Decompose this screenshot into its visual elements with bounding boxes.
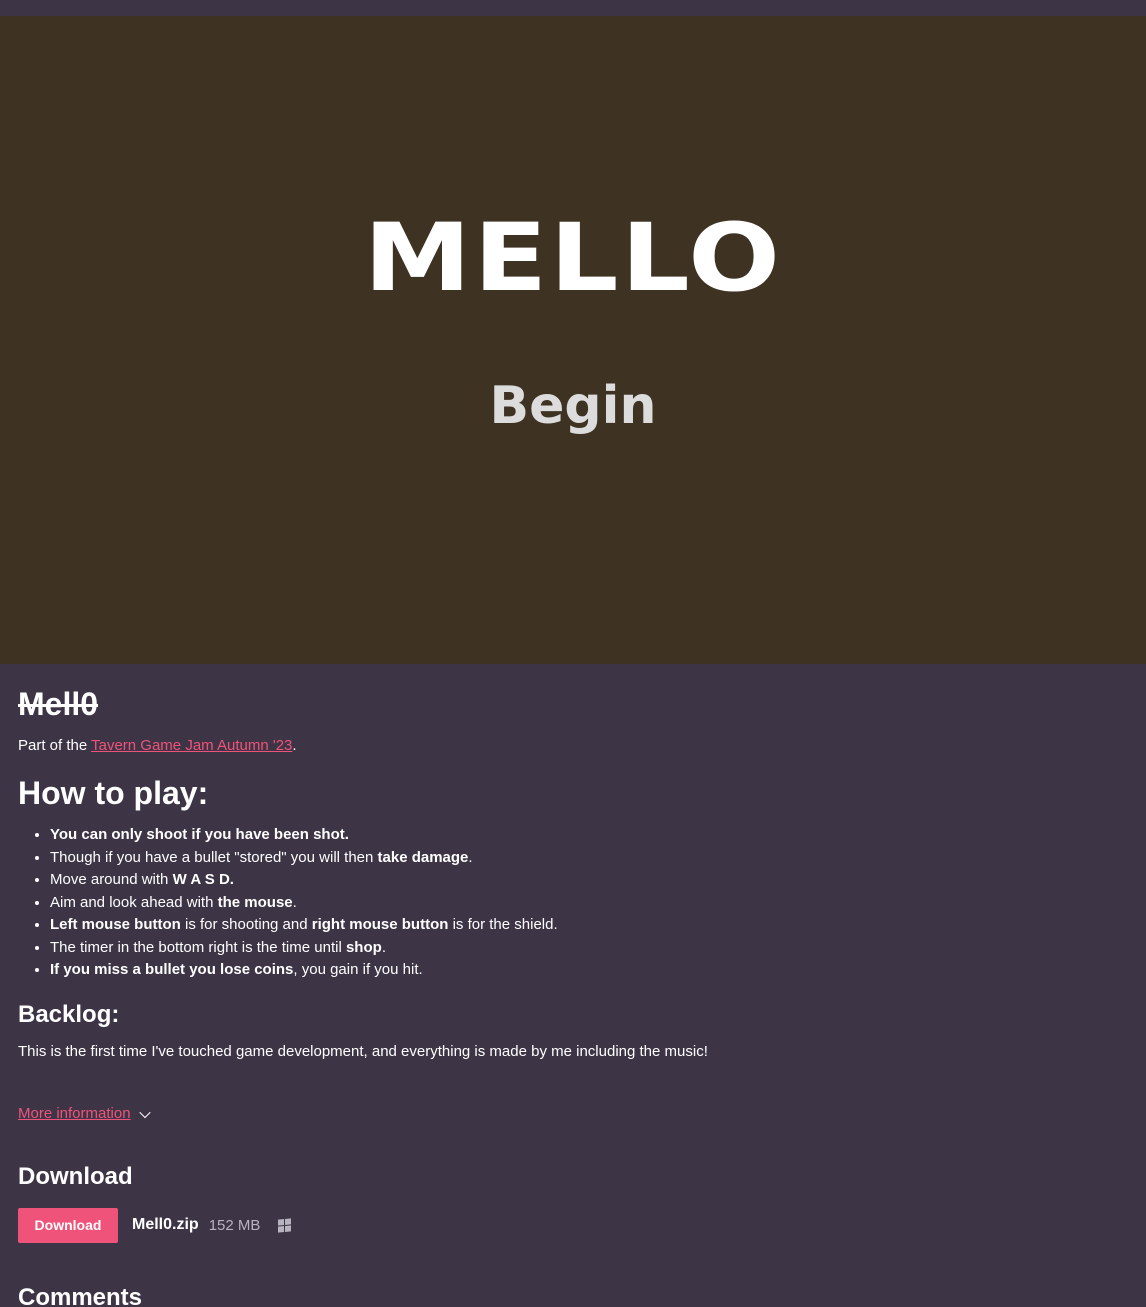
file-size: 152 MB [208,1216,261,1234]
rule-text: , you gain if you hit. [293,961,423,978]
download-button[interactable]: Download [18,1207,118,1243]
rule-text: Aim and look ahead with [50,893,218,911]
game-description: Mell0 Part of the Tavern Game Jam Autumn… [0,686,1146,1307]
more-information-link[interactable]: More information [18,1104,131,1124]
rule-emphasis: take damage [377,848,469,866]
rule-text: is for the shield. [448,916,558,933]
file-name: Mell0.zip [132,1216,199,1233]
rule-text: . [468,848,473,866]
backlog-text: This is the first time I've touched game… [18,1042,708,1060]
rule-item: The timer in the bottom right is the tim… [50,937,1128,960]
rules-list: You can only shoot if you have been shot… [18,824,1128,982]
rule-emphasis: You can only shoot if you have been shot… [50,826,349,843]
rule-text: The timer in the bottom right is the tim… [50,938,346,956]
chevron-down-icon [138,1106,151,1118]
rule-text: is for shooting and [180,916,312,933]
top-bar [0,0,1146,16]
page-title: Mell0 [18,686,99,722]
rule-item: Though if you have a bullet "stored" you… [50,847,1128,870]
rule-text: Move around with [50,871,173,888]
rule-item: Move around with W A S D. [50,869,1128,892]
rule-text: . [381,938,386,956]
rule-emphasis: right mouse button [311,916,449,933]
rule-text: . [292,893,297,911]
rule-emphasis: shop [345,938,382,956]
more-information-toggle[interactable]: More information [18,1104,1128,1124]
rule-emphasis: Left mouse button [50,916,181,933]
game-logo: MELLO [363,204,783,313]
jam-suffix: . [292,737,297,754]
backlog-heading: Backlog: [18,1000,120,1028]
rule-item: If you miss a bullet you lose coins, you… [50,959,1128,982]
rule-emphasis: the mouse [217,893,293,911]
comments-heading: Comments [18,1283,143,1307]
game-canvas[interactable]: MELLO Begin [0,16,1146,664]
windows-icon [278,1217,292,1233]
jam-line: Part of the Tavern Game Jam Autumn '23. [18,736,1128,756]
rule-item: You can only shoot if you have been shot… [50,824,1128,847]
game-begin-button[interactable]: Begin [0,380,1146,432]
rule-emphasis: W A S D. [172,871,234,888]
how-to-play-heading: How to play: [18,775,209,811]
download-heading: Download [18,1162,133,1190]
rule-text: Though if you have a bullet "stored" you… [50,848,378,866]
rule-item: Left mouse button is for shooting and ri… [50,914,1128,937]
jam-link[interactable]: Tavern Game Jam Autumn '23 [91,737,292,754]
rule-item: Aim and look ahead with the mouse. [50,892,1128,915]
rule-emphasis: If you miss a bullet you lose coins [50,961,294,978]
download-row: Download Mell0.zip 152 MB [18,1207,1128,1243]
jam-prefix: Part of the [18,737,92,754]
